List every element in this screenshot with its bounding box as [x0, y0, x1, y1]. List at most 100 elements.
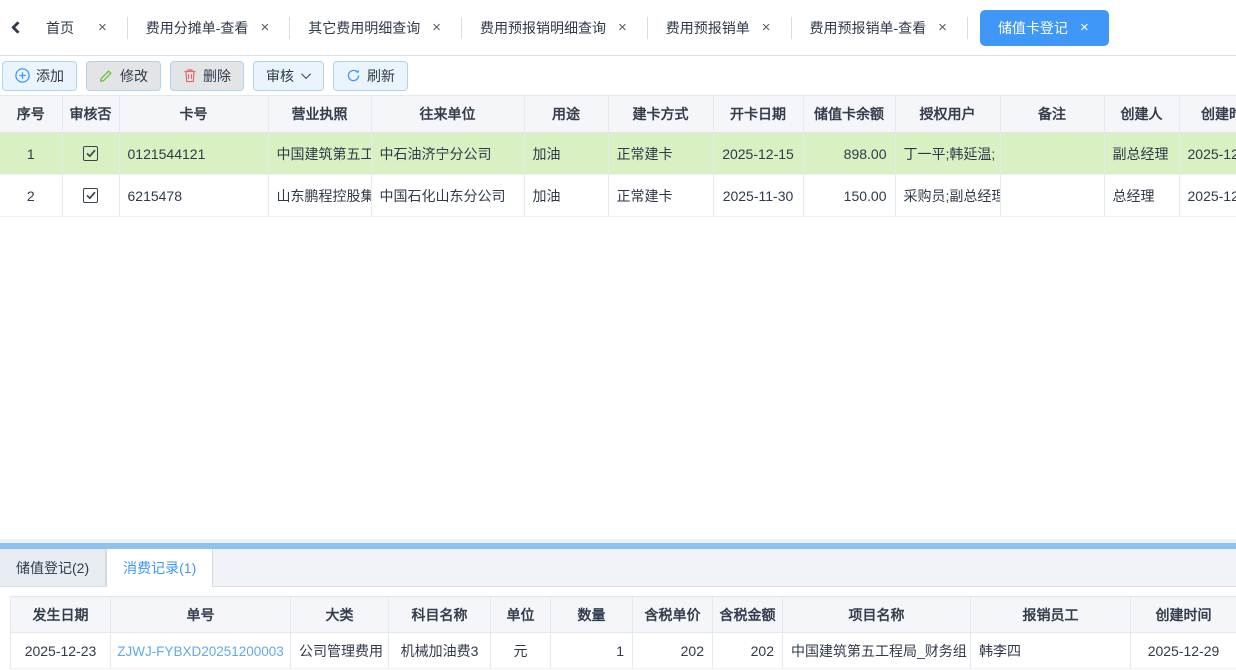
cell-remark — [1000, 175, 1104, 217]
table-header-row: 序号 审核否 卡号 营业执照 往来单位 用途 建卡方式 开卡日期 储值卡余额 授… — [0, 96, 1236, 133]
col-header-auth-users[interactable]: 授权用户 — [895, 96, 1000, 133]
tab-label: 储值卡登记 — [998, 18, 1068, 38]
audit-dropdown-button[interactable]: 审核 — [253, 61, 324, 91]
cell-audited — [62, 133, 119, 175]
modify-button-label: 修改 — [120, 66, 148, 86]
col-header-method[interactable]: 建卡方式 — [608, 96, 713, 133]
col-header-doc-no[interactable]: 单号 — [111, 597, 291, 633]
table-row[interactable]: 1 0121544121 中国建筑第五工程局 中石油济宁分公司 加油 正常建卡 … — [0, 133, 1236, 175]
audited-checkbox-checked[interactable] — [83, 188, 98, 203]
table-row[interactable]: 2025-12-23 ZJWJ-FYBXD20251200003 公司管理费用 … — [11, 633, 1236, 669]
col-header-license[interactable]: 营业执照 — [268, 96, 371, 133]
cell-purpose: 加油 — [524, 133, 608, 175]
add-button-label: 添加 — [36, 66, 64, 86]
tab-label: 费用预报销单-查看 — [810, 18, 927, 38]
cell-qty: 1 — [551, 633, 633, 669]
cell-employee: 韩李四 — [971, 633, 1131, 669]
delete-button-label: 删除 — [203, 66, 231, 86]
tab-expense-prereimburse-order[interactable]: 费用预报销单 × — [648, 11, 791, 45]
cell-amount: 202 — [713, 633, 783, 669]
col-header-card-no[interactable]: 卡号 — [119, 96, 268, 133]
cell-license: 中国建筑第五工程局 — [268, 133, 371, 175]
stored-value-card-table: 序号 审核否 卡号 营业执照 往来单位 用途 建卡方式 开卡日期 储值卡余额 授… — [0, 95, 1236, 217]
audit-button-label: 审核 — [266, 66, 294, 86]
cell-create-time: 2025-12-29 — [1131, 633, 1236, 669]
cell-card-no: 6215478 — [119, 175, 268, 217]
tab-stored-value-register[interactable]: 储值登记(2) — [0, 549, 106, 586]
col-header-open-date[interactable]: 开卡日期 — [713, 96, 803, 133]
tab-label: 费用分摊单-查看 — [146, 18, 249, 38]
trash-icon — [183, 68, 197, 83]
close-icon[interactable]: × — [430, 19, 443, 36]
col-header-unit[interactable]: 往来单位 — [371, 96, 524, 133]
col-header-create-time[interactable]: 创建时间 — [1131, 597, 1236, 633]
cell-seq: 2 — [0, 175, 62, 217]
cell-project: 中国建筑第五工程局_财务组 — [783, 633, 971, 669]
table-row[interactable]: 2 6215478 山东鹏程控股集团 中国石化山东分公司 加油 正常建卡 202… — [0, 175, 1236, 217]
col-header-purpose[interactable]: 用途 — [524, 96, 608, 133]
refresh-button[interactable]: 刷新 — [333, 61, 408, 91]
tabs-scroll-left-button[interactable] — [6, 13, 28, 43]
cell-card-no: 0121544121 — [119, 133, 268, 175]
audited-checkbox-checked[interactable] — [83, 146, 98, 161]
cell-method: 正常建卡 — [608, 133, 713, 175]
cell-method: 正常建卡 — [608, 175, 713, 217]
col-header-balance[interactable]: 储值卡余额 — [803, 96, 895, 133]
cell-auth-users: 采购员;副总经理; — [895, 175, 1000, 217]
cell-create-time: 2025-12 — [1179, 175, 1236, 217]
close-icon[interactable]: × — [96, 19, 109, 36]
refresh-icon — [346, 68, 361, 83]
col-header-unit-price[interactable]: 含税单价 — [633, 597, 713, 633]
tab-expense-prereimburse-detail-query[interactable]: 费用预报销明细查询 × — [462, 11, 647, 45]
close-icon[interactable]: × — [616, 19, 629, 36]
modify-button[interactable]: 修改 — [86, 61, 161, 91]
delete-button[interactable]: 删除 — [170, 61, 244, 91]
cell-creator: 总经理 — [1104, 175, 1179, 217]
check-icon — [86, 149, 96, 158]
close-icon[interactable]: × — [936, 19, 949, 36]
cell-purpose: 加油 — [524, 175, 608, 217]
col-header-audited[interactable]: 审核否 — [62, 96, 119, 133]
tab-expense-prereimburse-order-view[interactable]: 费用预报销单-查看 × — [792, 11, 967, 45]
cell-subject: 机械加油费3 — [389, 633, 491, 669]
col-header-amount[interactable]: 含税金额 — [713, 597, 783, 633]
cell-unit-price: 202 — [633, 633, 713, 669]
col-header-date[interactable]: 发生日期 — [11, 597, 111, 633]
document-number-link[interactable]: ZJWJ-FYBXD20251200003 — [117, 644, 284, 659]
pencil-icon — [99, 68, 114, 83]
col-header-create-time[interactable]: 创建时间 — [1179, 96, 1236, 133]
bottom-tab-bar: 储值登记(2) 消费记录(1) — [0, 549, 1236, 587]
tab-label: 其它费用明细查询 — [308, 18, 420, 38]
tab-consumption-records-active[interactable]: 消费记录(1) — [106, 549, 213, 587]
tab-stored-value-card-register-active[interactable]: 储值卡登记 × — [980, 10, 1109, 46]
chevron-left-icon — [11, 21, 24, 34]
col-header-creator[interactable]: 创建人 — [1104, 96, 1179, 133]
tab-separator — [967, 17, 968, 39]
cell-open-date: 2025-11-30 — [713, 175, 803, 217]
tab-label: 费用预报销单 — [666, 18, 750, 38]
col-header-category[interactable]: 大类 — [291, 597, 389, 633]
col-header-unit[interactable]: 单位 — [491, 597, 551, 633]
bottom-tabs-gap — [0, 587, 1236, 596]
cell-unit: 中石油济宁分公司 — [371, 133, 524, 175]
close-icon[interactable]: × — [760, 19, 773, 36]
cell-seq: 1 — [0, 133, 62, 175]
refresh-button-label: 刷新 — [367, 66, 395, 86]
col-header-remark[interactable]: 备注 — [1000, 96, 1104, 133]
col-header-project[interactable]: 项目名称 — [783, 597, 971, 633]
col-header-seq[interactable]: 序号 — [0, 96, 62, 133]
tab-home[interactable]: 首页 × — [28, 11, 127, 45]
add-button[interactable]: 添加 — [2, 61, 77, 91]
empty-table-area — [0, 217, 1236, 539]
col-header-subject[interactable]: 科目名称 — [389, 597, 491, 633]
col-header-qty[interactable]: 数量 — [551, 597, 633, 633]
cell-unit: 元 — [491, 633, 551, 669]
tab-expense-allocation-view[interactable]: 费用分摊单-查看 × — [128, 11, 289, 45]
col-header-employee[interactable]: 报销员工 — [971, 597, 1131, 633]
cell-create-time: 2025-12 — [1179, 133, 1236, 175]
close-icon[interactable]: × — [1078, 19, 1091, 36]
tab-label: 首页 — [46, 18, 74, 38]
close-icon[interactable]: × — [258, 19, 271, 36]
tab-other-expense-detail-query[interactable]: 其它费用明细查询 × — [290, 11, 461, 45]
cell-balance: 898.00 — [803, 133, 895, 175]
